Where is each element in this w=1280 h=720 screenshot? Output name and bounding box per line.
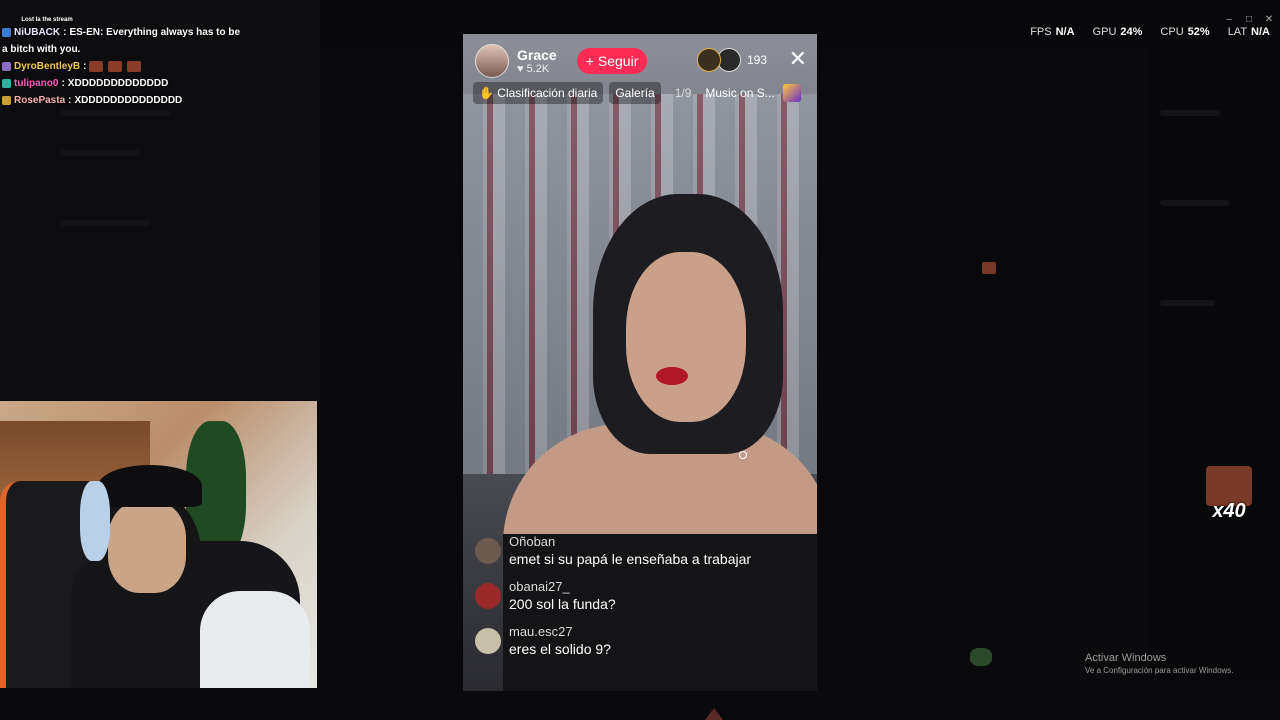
host-lips [656,367,688,385]
placeholder-line [1160,110,1220,116]
user-badge-icon [2,96,11,105]
chat-separator: : [63,27,67,38]
frog-emote-icon [970,648,992,666]
chat-separator: : [68,95,72,106]
chat-separator: : [83,61,87,72]
hand-icon: ✋ [479,86,494,100]
emote-icon [127,61,142,72]
follow-button[interactable]: + Seguir [576,48,648,74]
comment-text: eres el solido 9? [509,641,611,657]
stream-pills: ✋ Clasificación diaria Galería 1/9 Music… [473,82,807,104]
combo-count: x40 [1212,500,1246,522]
chat-username: NiUBACK [14,27,61,38]
webcam-person-face [108,501,186,593]
live-stream-panel[interactable]: Grace ♥ 5.2K + Seguir 193 ✕ ✋ Clasificac… [463,34,817,691]
daily-ranking-label: Clasificación diaria [497,86,598,100]
placeholder-line [60,150,140,156]
page-indicator: 1/9 [674,86,692,100]
emote-icon [89,61,104,72]
placeholder-line [60,110,170,116]
host-header: Grace ♥ 5.2K + Seguir [475,44,648,78]
chat-username: RosePasta [14,95,66,106]
host-name: Grace [517,47,557,63]
commenter-avatar[interactable] [475,583,501,609]
webcam-person-cap [98,465,202,507]
user-badge-icon [2,28,11,37]
minimize-icon[interactable]: – [1224,14,1234,25]
performance-stats: FPS N/A GPU 24% CPU 52% LAT N/A [1030,26,1270,38]
commenter-avatar[interactable] [475,538,501,564]
placeholder-line [1160,200,1230,206]
comment-username[interactable]: Oñoban [509,534,751,549]
comment-username[interactable]: obanai27_ [509,579,616,594]
plus-icon: + [585,53,594,69]
host-face [626,252,746,422]
window-controls: – □ ✕ [1224,14,1274,25]
stream-chat-overlay: Lost la the stream NiUBACK : ES-EN: Ever… [2,16,242,109]
user-badge-icon [2,62,11,71]
comment-username[interactable]: mau.esc27 [509,624,611,639]
comment-item: mau.esc27 eres el solido 9? [475,624,805,657]
chat-message: tulipano0 : XDDDDDDDDDDDDD [2,75,242,92]
gpu-stat: GPU 24% [1092,26,1143,38]
chat-username: tulipano0 [14,78,59,89]
close-window-icon[interactable]: ✕ [1264,14,1274,25]
chat-message: DyroBentleyB : [2,58,242,75]
comment-text: emet si su papá le enseñaba a trabajar [509,551,752,567]
chat-message: NiUBACK : ES-EN: Everything always has t… [2,24,242,41]
music-icon[interactable] [782,84,801,102]
floating-emote-icon [982,262,996,274]
cpu-stat: CPU 52% [1160,26,1210,38]
activation-title: Activar Windows [1085,652,1167,664]
daily-ranking-pill[interactable]: ✋ Clasificación diaria [473,82,604,104]
overlay-label: Lost la the stream [21,17,73,23]
user-badge-icon [2,79,11,88]
headphones [80,481,110,561]
comment-item: obanai27_ 200 sol la funda? [475,579,805,612]
member-list [1150,40,1280,680]
comment-text: 200 sol la funda? [509,596,616,612]
emote-icon [108,61,123,72]
placeholder-line [1160,300,1215,306]
live-comments: Oñoban emet si su papá le enseñaba a tra… [475,534,805,669]
commenter-avatar[interactable] [475,628,501,654]
chat-text: XDDDDDDDDDDDDD [67,78,169,89]
viewer-count: 193 [746,53,767,67]
gallery-label: Galería [615,86,655,100]
chat-text: XDDDDDDDDDDDDDD [74,95,183,106]
likes-count: 5.2K [526,63,550,75]
chat-message: RosePasta : XDDDDDDDDDDDDDD [2,92,242,109]
music-label[interactable]: Music on S... [705,86,774,100]
follow-label: Seguir [597,53,639,69]
top-viewers[interactable]: 193 [696,48,767,72]
host-info[interactable]: Grace ♥ 5.2K [517,47,557,75]
chat-message: a bitch with you. [2,41,242,58]
fps-stat: FPS N/A [1030,26,1075,38]
host-avatar[interactable] [475,44,509,78]
host-likes: ♥ 5.2K [517,63,557,75]
top-viewer-avatar[interactable] [696,48,721,72]
placeholder-line [60,220,150,226]
close-icon[interactable]: ✕ [789,48,807,70]
latency-stat: LAT N/A [1227,26,1270,38]
chat-text: a bitch with you. [2,44,81,55]
chat-username: DyroBentleyB [14,61,81,72]
activation-subtitle: Ve a Configuración para activar Windows. [1085,666,1234,675]
streamer-webcam [0,401,317,688]
chat-separator: : [61,78,65,89]
gallery-pill[interactable]: Galería [609,82,661,104]
maximize-icon[interactable]: □ [1244,14,1254,25]
chat-text: ES-EN: Everything always has to be [69,27,241,38]
mouse-cursor-icon [739,451,747,459]
emote-combo: x40 [1206,466,1252,524]
windows-activation-watermark: Activar Windows Ve a Configuración para … [1085,652,1234,675]
webcam-hoodie [200,591,310,688]
comment-item: Oñoban emet si su papá le enseñaba a tra… [475,534,805,567]
heart-icon: ♥ [517,63,524,75]
